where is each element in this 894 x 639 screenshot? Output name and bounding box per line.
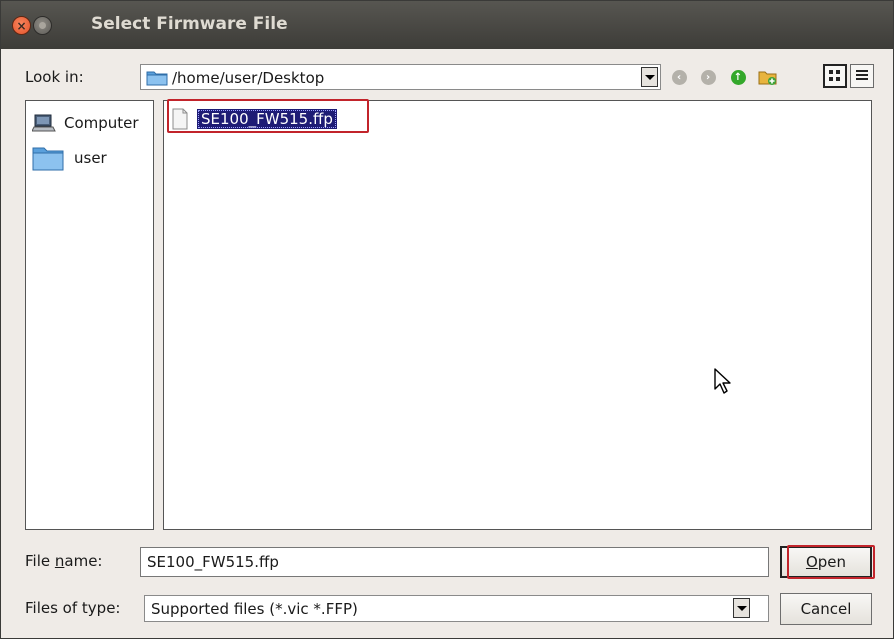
file-list[interactable]: SE100_FW515.ffp — [163, 100, 872, 530]
title-bar[interactable]: × Select Firmware File — [1, 1, 893, 49]
file-chooser-dialog: × Select Firmware File Look in: /home/us… — [0, 0, 894, 639]
grid-view-icon — [829, 70, 840, 81]
window-title: Select Firmware File — [91, 14, 288, 34]
up-folder-button[interactable]: ↑ — [728, 67, 748, 87]
open-highlight-box — [787, 545, 875, 579]
folder-icon — [32, 147, 64, 171]
file-name-input[interactable]: SE100_FW515.ffp — [140, 547, 769, 577]
file-highlight-box — [167, 99, 369, 133]
sidebar-item-label: Computer — [64, 114, 139, 132]
minimize-icon — [39, 22, 46, 29]
file-type-label: Files of type: — [25, 599, 121, 617]
places-sidebar: Computer user — [25, 100, 154, 530]
look-in-combo[interactable]: /home/user/Desktop — [140, 64, 661, 90]
chevron-down-icon[interactable] — [733, 598, 750, 618]
sidebar-item-user[interactable]: user — [32, 145, 107, 171]
folder-icon — [146, 69, 168, 90]
file-type-value: Supported files (*.vic *.FFP) — [151, 600, 358, 618]
arrow-up-icon: ↑ — [730, 69, 746, 85]
arrow-left-icon: ‹ — [671, 69, 687, 85]
file-type-combo[interactable]: Supported files (*.vic *.FFP) — [144, 595, 769, 622]
details-list-icon — [856, 70, 868, 80]
mouse-cursor-icon — [714, 368, 731, 394]
details-view-button[interactable] — [850, 64, 874, 88]
look-in-label: Look in: — [25, 68, 84, 86]
sidebar-item-label: user — [74, 149, 107, 167]
new-folder-button[interactable] — [758, 67, 778, 87]
close-button[interactable]: × — [12, 16, 31, 35]
sidebar-item-computer[interactable]: Computer — [32, 110, 139, 136]
file-name-label: File name: — [25, 552, 103, 570]
forward-button[interactable]: › — [698, 67, 718, 87]
arrow-right-icon: › — [700, 69, 716, 85]
back-button[interactable]: ‹ — [669, 67, 689, 87]
look-in-path: /home/user/Desktop — [172, 69, 325, 87]
list-view-button[interactable] — [823, 64, 847, 88]
chevron-down-icon[interactable] — [641, 67, 658, 87]
new-folder-icon — [758, 71, 777, 85]
computer-icon — [32, 114, 56, 132]
minimize-button[interactable] — [33, 16, 52, 35]
cancel-button[interactable]: Cancel — [780, 593, 872, 625]
close-icon: × — [16, 18, 27, 33]
